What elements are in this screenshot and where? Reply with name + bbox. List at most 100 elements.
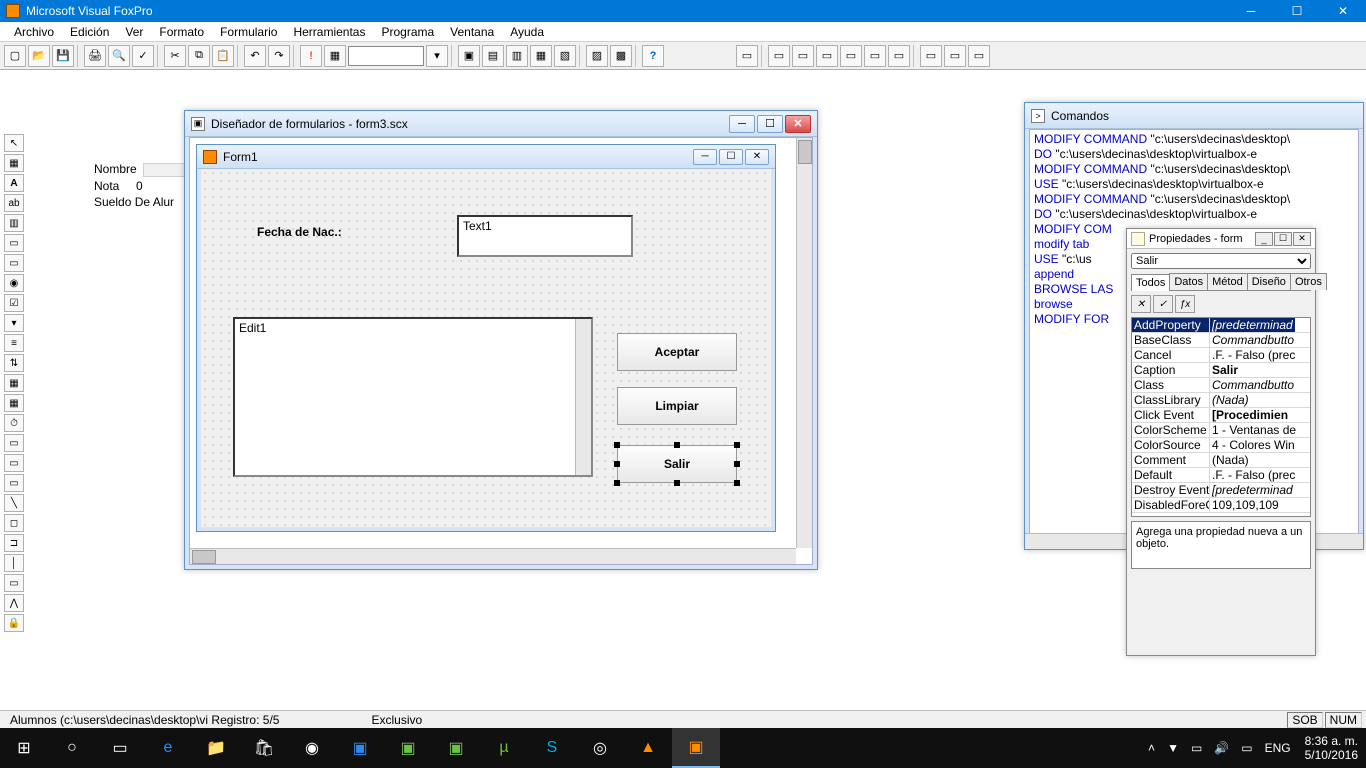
line-ctrl-icon[interactable]: ╲ [4, 494, 24, 512]
textbox-text1[interactable]: Text1 [457, 215, 633, 257]
menu-archivo[interactable]: Archivo [6, 25, 62, 39]
search-icon[interactable]: ○ [48, 728, 96, 768]
separator-ctrl-icon[interactable]: │ [4, 554, 24, 572]
builderlock-icon[interactable]: ⋀ [4, 594, 24, 612]
maximize-button[interactable]: ☐ [1274, 0, 1320, 22]
designer-close-button[interactable]: ✕ [785, 115, 811, 133]
open-icon[interactable]: 📂 [28, 45, 50, 67]
run-icon[interactable]: ! [300, 45, 322, 67]
combo-ctrl-icon[interactable]: ▾ [4, 314, 24, 332]
ole-ctrl-icon[interactable]: ▭ [4, 454, 24, 472]
label-ctrl-icon[interactable]: A [4, 174, 24, 192]
paste-icon[interactable]: 📋 [212, 45, 234, 67]
properties-min-button[interactable]: _ [1255, 232, 1273, 246]
modify-icon[interactable]: ▦ [324, 45, 346, 67]
field-nombre[interactable] [143, 163, 185, 177]
tray-chevron-icon[interactable]: ˄ [1142, 741, 1161, 755]
builder-icon[interactable]: ▩ [610, 45, 632, 67]
pageframe-ctrl-icon[interactable]: ▭ [4, 434, 24, 452]
chrome-icon[interactable]: ◉ [288, 728, 336, 768]
props-icon[interactable]: ▭ [792, 45, 814, 67]
buttongroup-ctrl-icon[interactable]: ▭ [4, 254, 24, 272]
spell-icon[interactable]: ✓ [132, 45, 154, 67]
prop-row[interactable]: ColorScheme1 - Ventanas de [1132, 423, 1310, 438]
designer-vscroll[interactable] [796, 138, 812, 548]
app3-icon[interactable]: ▣ [432, 728, 480, 768]
tray-shield-icon[interactable]: ▼ [1161, 741, 1185, 755]
tray-lang[interactable]: ENG [1259, 741, 1297, 755]
menu-formato[interactable]: Formato [151, 25, 212, 39]
tab-todos[interactable]: Todos [1131, 274, 1170, 291]
designer-max-button[interactable]: ☐ [757, 115, 783, 133]
prop-row[interactable]: ClassLibrary(Nada) [1132, 393, 1310, 408]
viewclasses-icon[interactable]: ▦ [4, 154, 24, 172]
cut-icon[interactable]: ✂ [164, 45, 186, 67]
prop-row[interactable]: BaseClassCommandbutto [1132, 333, 1310, 348]
menu-edicion[interactable]: Edición [62, 25, 117, 39]
label-fecha-nac[interactable]: Fecha de Nac.: [257, 225, 342, 239]
prop-row[interactable]: ColorSource4 - Colores Win [1132, 438, 1310, 453]
tray-notify-icon[interactable]: ▭ [1235, 741, 1258, 755]
form1-close-button[interactable]: ✕ [745, 149, 769, 165]
vlc-icon[interactable]: ▲ [624, 728, 672, 768]
tab-diseno[interactable]: Diseño [1247, 273, 1291, 290]
timer-ctrl-icon[interactable]: ⏱ [4, 414, 24, 432]
prop-row[interactable]: Cancel.F. - Falso (prec [1132, 348, 1310, 363]
menu-ventana[interactable]: Ventana [442, 25, 502, 39]
prop-row[interactable]: Click Event[Procedimien [1132, 408, 1310, 423]
new-icon[interactable]: ▢ [4, 45, 26, 67]
form-icon[interactable]: ▣ [458, 45, 480, 67]
code-icon[interactable]: ▭ [816, 45, 838, 67]
editbox-edit1[interactable]: Edit1 [233, 317, 593, 477]
browse-icon[interactable]: ▧ [554, 45, 576, 67]
properties-close-button[interactable]: ✕ [1293, 232, 1311, 246]
prop-fx-button[interactable]: ƒx [1175, 295, 1195, 313]
tray-clock[interactable]: 8:36 a. m. 5/10/2016 [1297, 734, 1366, 763]
wizard-icon[interactable]: ▨ [586, 45, 608, 67]
olebound-ctrl-icon[interactable]: ▭ [4, 474, 24, 492]
hyperlink-ctrl-icon[interactable]: ▭ [4, 574, 24, 592]
menu-programa[interactable]: Programa [373, 25, 442, 39]
data-env-icon[interactable]: ▭ [768, 45, 790, 67]
undo-icon[interactable]: ↶ [244, 45, 266, 67]
tray-network-icon[interactable]: ▭ [1185, 741, 1208, 755]
autoform-icon[interactable]: ▤ [482, 45, 504, 67]
button-limpiar[interactable]: Limpiar [617, 387, 737, 425]
tray-volume-icon[interactable]: 🔊 [1208, 741, 1235, 755]
utorrent-icon[interactable]: µ [480, 728, 528, 768]
prop-row[interactable]: Destroy Event[predeterminad [1132, 483, 1310, 498]
store-icon[interactable]: 🛍 [240, 728, 288, 768]
form1-max-button[interactable]: ☐ [719, 149, 743, 165]
pointer-icon[interactable]: ↖ [4, 134, 24, 152]
prop-row[interactable]: ClassCommandbutto [1132, 378, 1310, 393]
database-combo[interactable] [348, 46, 424, 66]
prop-row[interactable]: Default.F. - Falso (prec [1132, 468, 1310, 483]
label-icon[interactable]: ▦ [530, 45, 552, 67]
properties-grid[interactable]: AddProperty[predeterminadAutoSize.F. - F… [1131, 317, 1311, 517]
button-ctrl-icon[interactable]: ▭ [4, 234, 24, 252]
shape-ctrl-icon[interactable]: ◻ [4, 514, 24, 532]
designer-hscroll[interactable] [190, 548, 796, 564]
copy-icon[interactable]: ⧉ [188, 45, 210, 67]
lock-icon[interactable]: ▭ [920, 45, 942, 67]
prop-cancel-button[interactable]: ✕ [1131, 295, 1151, 313]
disc-icon[interactable]: ◎ [576, 728, 624, 768]
container-ctrl-icon[interactable]: ⊐ [4, 534, 24, 552]
skype-icon[interactable]: S [528, 728, 576, 768]
app2-icon[interactable]: ▣ [384, 728, 432, 768]
builder2-icon[interactable]: ▭ [864, 45, 886, 67]
tab-order-icon[interactable]: ▭ [736, 45, 758, 67]
grid-ctrl-icon[interactable]: ▦ [4, 374, 24, 392]
prop-row[interactable]: CaptionSalir [1132, 363, 1310, 378]
spinner-ctrl-icon[interactable]: ⇅ [4, 354, 24, 372]
buttonlock-icon[interactable]: 🔒 [4, 614, 24, 632]
explorer-icon[interactable]: 📁 [192, 728, 240, 768]
form-designer-window[interactable]: ▣ Diseñador de formularios - form3.scx ─… [184, 110, 818, 570]
save-icon[interactable]: 💾 [52, 45, 74, 67]
close-button[interactable]: ✕ [1320, 0, 1366, 22]
properties-window[interactable]: Propiedades - form _ ☐ ✕ Salir Todos Dat… [1126, 228, 1316, 656]
menu-ver[interactable]: Ver [117, 25, 151, 39]
autoformat-icon[interactable]: ▭ [888, 45, 910, 67]
redo-icon[interactable]: ↷ [268, 45, 290, 67]
report-icon[interactable]: ▥ [506, 45, 528, 67]
